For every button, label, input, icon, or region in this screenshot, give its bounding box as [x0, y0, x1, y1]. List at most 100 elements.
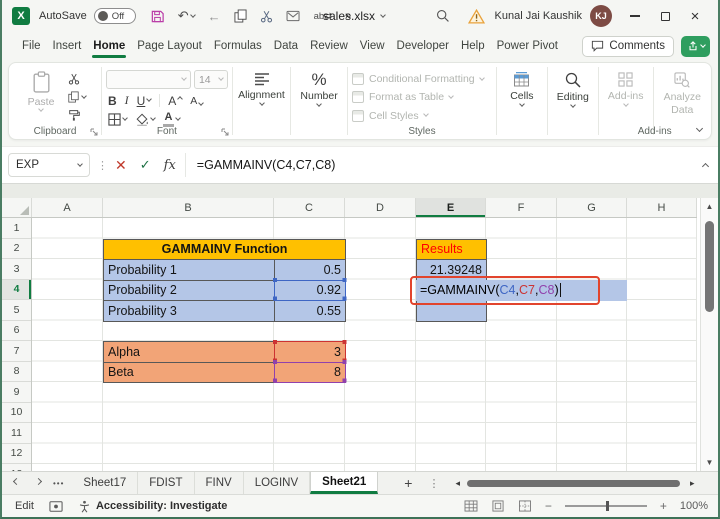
analyze-data-button[interactable]: Analyze Data [658, 68, 706, 123]
search-button[interactable] [428, 1, 458, 31]
column-header-h[interactable]: H [627, 198, 697, 217]
comments-button[interactable]: Comments [582, 36, 674, 57]
user-name[interactable]: Kunal Jai Kaushik [495, 10, 582, 22]
cut-button[interactable] [260, 10, 273, 23]
cell-b4[interactable]: Probability 2 [103, 280, 275, 302]
normal-view-button[interactable] [464, 500, 478, 512]
row-header-3[interactable]: 3 [2, 259, 31, 280]
menu-tab-help[interactable]: Help [455, 32, 491, 60]
page-layout-view-button[interactable] [491, 500, 505, 512]
font-size-combo[interactable]: 14 [194, 70, 228, 89]
row-header-13[interactable]: 13 [2, 464, 31, 471]
row-header-1[interactable]: 1 [2, 218, 31, 239]
maximize-button[interactable] [650, 1, 680, 31]
new-sheet-button[interactable]: + [404, 475, 412, 491]
back-button[interactable]: ← [208, 9, 221, 24]
row-header-12[interactable]: 12 [2, 444, 31, 465]
format-painter-button[interactable] [68, 109, 86, 121]
menu-tab-developer[interactable]: Developer [391, 32, 455, 60]
cell-b2-title[interactable]: GAMMAINV Function [103, 239, 346, 261]
cell-b8[interactable]: Beta [103, 362, 275, 384]
number-button[interactable]: % Number [295, 68, 343, 123]
name-box[interactable]: EXP [8, 153, 90, 177]
page-break-view-button[interactable] [518, 500, 532, 512]
menu-tab-view[interactable]: View [354, 32, 391, 60]
minimize-button[interactable] [620, 1, 650, 31]
undo-button[interactable]: ↶ [178, 8, 195, 24]
clipboard-dialog-launcher[interactable] [90, 128, 98, 136]
menu-tab-data[interactable]: Data [268, 32, 304, 60]
cell-c5[interactable]: 0.55 [274, 300, 346, 322]
select-all-corner[interactable] [2, 198, 32, 217]
autosave-toggle[interactable]: Off [94, 8, 136, 24]
underline-button[interactable]: U [137, 94, 152, 108]
vertical-scrollbar[interactable]: ▲ ▼ [700, 198, 718, 471]
row-header-11[interactable]: 11 [2, 423, 31, 444]
zoom-in-button[interactable]: + [660, 499, 667, 513]
row-header-8[interactable]: 8 [2, 362, 31, 383]
formula-input[interactable]: =GAMMAINV(C4,C7,C8) [197, 158, 703, 172]
row-header-6[interactable]: 6 [2, 321, 31, 342]
format-as-table-button[interactable]: Format as Table [352, 90, 492, 104]
vertical-scroll-thumb[interactable] [705, 221, 714, 312]
cell-e2-results[interactable]: Results [416, 239, 487, 261]
column-header-a[interactable]: A [32, 198, 103, 217]
document-title-area[interactable]: sales.xlsx [323, 9, 385, 23]
menu-tab-review[interactable]: Review [304, 32, 354, 60]
scroll-left-arrow-icon[interactable]: ◂ [455, 478, 460, 489]
scroll-up-arrow-icon[interactable]: ▲ [701, 202, 718, 211]
menu-tab-insert[interactable]: Insert [47, 32, 88, 60]
cell-b3[interactable]: Probability 1 [103, 259, 275, 281]
sheet-tab-sheet17[interactable]: Sheet17 [72, 472, 138, 494]
column-header-c[interactable]: C [274, 198, 345, 217]
increase-font-button[interactable]: A [168, 94, 182, 108]
warning-button[interactable] [468, 9, 485, 24]
zoom-slider-thumb[interactable] [606, 501, 609, 511]
font-dialog-launcher[interactable] [221, 128, 229, 136]
zoom-level[interactable]: 100% [680, 500, 708, 512]
zoom-out-button[interactable]: − [545, 499, 552, 513]
column-header-b[interactable]: B [103, 198, 274, 217]
more-sheets-button[interactable]: ••• [53, 479, 64, 488]
enter-button[interactable]: ✓ [140, 157, 151, 173]
copy-button[interactable] [234, 9, 247, 23]
row-header-9[interactable]: 9 [2, 382, 31, 403]
column-header-f[interactable]: F [486, 198, 557, 217]
row-header-2[interactable]: 2 [2, 239, 31, 260]
cells-button[interactable]: Cells [498, 68, 546, 123]
insert-function-button[interactable]: fx [164, 158, 176, 173]
column-header-g[interactable]: G [557, 198, 627, 217]
save-button[interactable] [150, 9, 165, 24]
sheet-tab-loginv[interactable]: LOGINV [244, 472, 310, 494]
zoom-slider[interactable] [565, 505, 647, 507]
copy-button-ribbon[interactable] [68, 91, 86, 103]
collapse-formula-bar-chevron[interactable] [702, 163, 709, 170]
sheet-tab-fdist[interactable]: FDIST [138, 472, 194, 494]
fill-color-button[interactable] [135, 113, 155, 126]
menu-tab-power-pivot[interactable]: Power Pivot [491, 32, 564, 60]
avatar[interactable]: KJ [590, 5, 612, 27]
borders-button[interactable] [108, 113, 127, 126]
menu-tab-page-layout[interactable]: Page Layout [131, 32, 208, 60]
formula-bar-grip-icon[interactable]: ⋮ [97, 159, 108, 172]
bold-button[interactable]: B [108, 94, 117, 108]
menu-tab-file[interactable]: File [16, 32, 47, 60]
sheet-tab-finv[interactable]: FINV [195, 472, 244, 494]
mail-icon[interactable] [286, 10, 301, 22]
menu-tab-formulas[interactable]: Formulas [208, 32, 268, 60]
horizontal-scrollbar[interactable]: ◂ ▸ [455, 477, 698, 489]
cell-b7[interactable]: Alpha [103, 341, 275, 363]
prev-sheet-button[interactable] [13, 478, 20, 485]
scroll-right-arrow-icon[interactable]: ▸ [690, 478, 695, 489]
menu-tab-home[interactable]: Home [87, 32, 131, 60]
cell-styles-button[interactable]: Cell Styles [352, 109, 492, 123]
next-sheet-button[interactable] [35, 478, 42, 485]
scroll-down-arrow-icon[interactable]: ▼ [701, 458, 718, 467]
addins-button[interactable]: Add-ins [602, 68, 650, 123]
horizontal-scroll-thumb[interactable] [467, 480, 680, 487]
column-header-e[interactable]: E [416, 198, 486, 217]
conditional-formatting-button[interactable]: Conditional Formatting [352, 72, 492, 86]
accessibility-status[interactable]: Accessibility: Investigate [78, 500, 227, 513]
cut-button-ribbon[interactable] [68, 73, 86, 85]
row-header-5[interactable]: 5 [2, 300, 31, 321]
